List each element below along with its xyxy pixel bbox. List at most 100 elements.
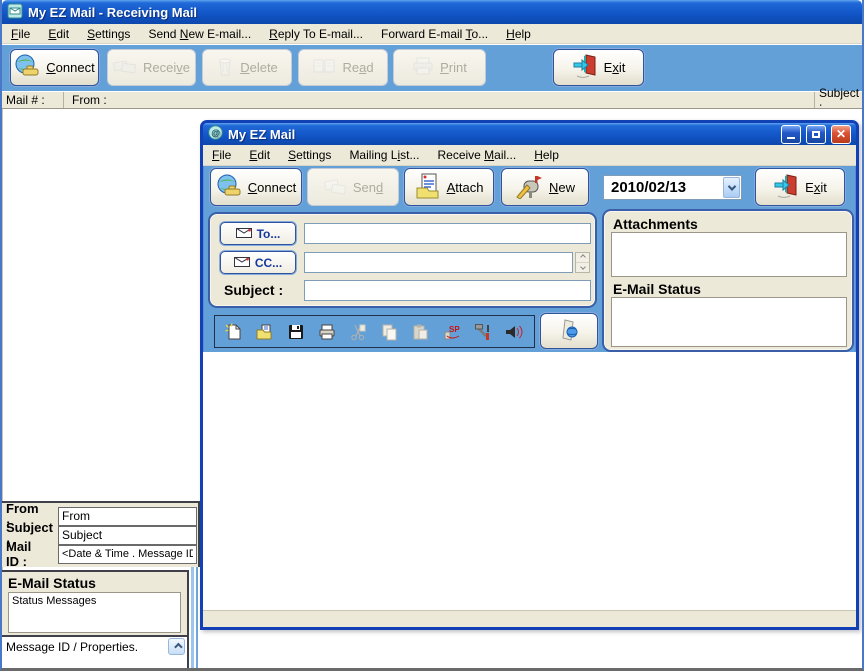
date-dropdown[interactable]: 2010/02/13: [603, 175, 742, 200]
receive-label: Receive: [143, 60, 190, 75]
address-groupbox: To... CC... Subject :: [208, 212, 597, 308]
fg-connect-button[interactable]: Connect: [210, 168, 302, 206]
bg-menubar: File Edit Settings Send New E-mail... Re…: [2, 24, 862, 44]
maximize-icon: [812, 131, 820, 138]
column-mail-number[interactable]: Mail # :: [2, 92, 64, 108]
cc-spinner[interactable]: [575, 252, 590, 273]
message-id-scrollbar[interactable]: [168, 638, 185, 655]
receive-envelopes-icon: [113, 56, 137, 79]
bg-menu-forward-email-to[interactable]: Forward E-mail To...: [372, 25, 497, 43]
bg-titlebar[interactable]: My EZ Mail - Receiving Mail: [2, 0, 862, 24]
fg-titlebar[interactable]: @ My EZ Mail ✕: [203, 123, 856, 145]
sound-icon[interactable]: [505, 321, 525, 343]
attach-button[interactable]: Attach: [404, 168, 494, 206]
new-mail-icon: [515, 173, 543, 202]
preview-from-field[interactable]: [58, 507, 197, 526]
print-label: Print: [440, 60, 467, 75]
message-id-area[interactable]: Message ID / Properties.: [2, 637, 189, 668]
to-button[interactable]: To...: [220, 222, 296, 245]
print-icon[interactable]: [318, 321, 336, 343]
fg-menu-help[interactable]: Help: [525, 146, 568, 164]
send-button[interactable]: Send: [307, 168, 399, 206]
bg-menu-send-new-email[interactable]: Send New E-mail...: [139, 25, 260, 43]
print-button[interactable]: Print: [393, 49, 486, 86]
fg-menu-mailing-list[interactable]: Mailing List...: [340, 146, 428, 164]
svg-text:SP: SP: [449, 325, 460, 334]
to-button-label: To...: [257, 227, 281, 241]
attach-icon: [415, 173, 441, 202]
tools-icon[interactable]: [474, 321, 492, 343]
paste-icon[interactable]: [411, 321, 429, 343]
printer-icon: [412, 56, 434, 79]
format-toolbar: SP: [214, 315, 535, 348]
spinner-down-icon[interactable]: [576, 263, 589, 273]
fg-email-status-listbox[interactable]: [611, 297, 847, 347]
new-document-icon[interactable]: [224, 321, 242, 343]
connect-button[interactable]: Connect: [10, 49, 99, 86]
status-messages-box[interactable]: Status Messages: [8, 592, 181, 633]
fg-menu-file[interactable]: File: [203, 146, 240, 164]
email-status-heading: E-Mail Status: [8, 575, 96, 591]
fg-menu-settings[interactable]: Settings: [279, 146, 340, 164]
fg-menubar: File Edit Settings Mailing List... Recei…: [203, 145, 856, 166]
delete-button[interactable]: Delete: [202, 49, 292, 86]
send-label: Send: [353, 180, 383, 195]
subject-input[interactable]: [304, 280, 591, 301]
cc-button-label: CC...: [255, 256, 282, 270]
bg-menu-reply-to-email[interactable]: Reply To E-mail...: [260, 25, 372, 43]
fg-connect-label: Connect: [248, 180, 296, 195]
compose-mail-window: @ My EZ Mail ✕ File Edit Settings Mailin…: [200, 120, 859, 630]
chevron-down-icon[interactable]: [723, 177, 740, 198]
preview-mail-id-label: Mail ID :: [6, 539, 31, 569]
message-body-area[interactable]: [203, 352, 856, 610]
cc-button[interactable]: CC...: [220, 251, 296, 274]
cut-icon[interactable]: [349, 321, 367, 343]
read-label: Read: [342, 60, 373, 75]
minimize-button[interactable]: [781, 125, 801, 144]
preview-subject-field[interactable]: [58, 526, 197, 545]
bg-exit-button[interactable]: Exit: [553, 49, 644, 86]
spinner-up-icon[interactable]: [576, 253, 589, 263]
fg-statusbar: [203, 610, 856, 627]
message-id-text: Message ID / Properties.: [2, 637, 187, 657]
cc-input[interactable]: [304, 252, 573, 273]
fg-menu-receive-mail[interactable]: Receive Mail...: [428, 146, 525, 164]
maximize-button[interactable]: [806, 125, 826, 144]
extra-tool-button[interactable]: [540, 313, 598, 349]
exit-door-icon: [773, 173, 799, 202]
fg-email-status-label: E-Mail Status: [613, 281, 701, 297]
connect-label: Connect: [46, 60, 94, 75]
read-button[interactable]: Read: [298, 49, 388, 86]
open-folder-icon[interactable]: [255, 321, 273, 343]
copy-icon[interactable]: [380, 321, 398, 343]
fg-menu-edit[interactable]: Edit: [240, 146, 279, 164]
new-label: New: [549, 180, 575, 195]
fg-toolbar-area: Connect Send Attach New: [203, 166, 856, 352]
column-subject[interactable]: Subject :: [814, 92, 864, 108]
receive-button[interactable]: Receive: [107, 49, 196, 86]
envelope-icon: [236, 227, 252, 241]
bg-menu-settings[interactable]: Settings: [78, 25, 139, 43]
minimize-icon: [787, 137, 795, 139]
svg-text:@: @: [211, 128, 220, 138]
fg-exit-button[interactable]: Exit: [755, 168, 845, 206]
bg-menu-help[interactable]: Help: [497, 25, 540, 43]
new-button[interactable]: New: [501, 168, 589, 206]
read-pages-icon: [312, 56, 336, 79]
subject-label: Subject :: [224, 282, 283, 298]
bg-menu-edit[interactable]: Edit: [39, 25, 78, 43]
envelope-icon: [234, 256, 250, 270]
attachments-groupbox: Attachments E-Mail Status: [602, 209, 854, 352]
at-sign-icon: @: [208, 125, 223, 143]
column-from[interactable]: From :: [64, 92, 814, 108]
mail-list-header: Mail # : From : Subject :: [2, 91, 864, 109]
close-button[interactable]: ✕: [831, 125, 851, 144]
spell-check-icon[interactable]: SP: [443, 321, 461, 343]
globe-phone-icon: [216, 174, 242, 201]
save-icon[interactable]: [286, 321, 304, 343]
mail-preview-panel: From : Subject : Mail ID :: [2, 501, 200, 567]
bg-menu-file[interactable]: File: [2, 25, 39, 43]
to-input[interactable]: [304, 223, 591, 244]
preview-mail-id-field[interactable]: [58, 545, 197, 564]
attachments-listbox[interactable]: [611, 232, 847, 277]
